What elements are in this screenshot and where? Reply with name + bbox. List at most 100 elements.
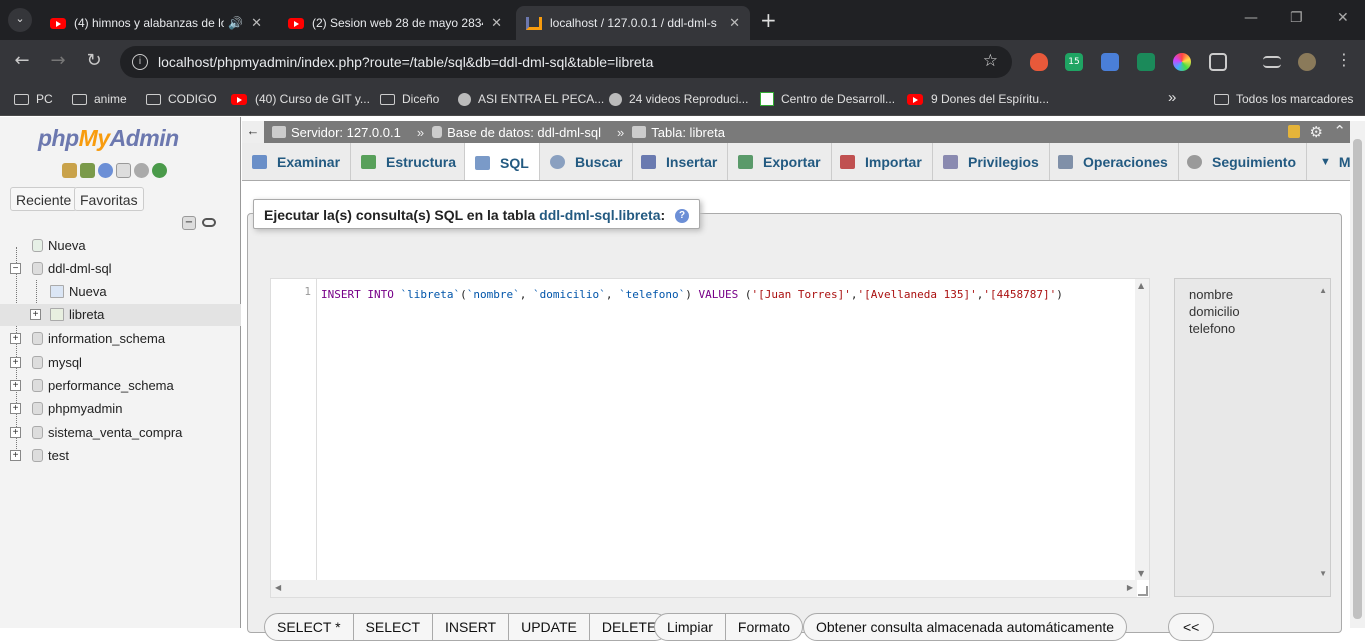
- bookmark-star-icon[interactable]: ☆: [983, 51, 998, 71]
- page-scrollbar[interactable]: [1350, 121, 1365, 628]
- back-icon[interactable]: ←: [10, 50, 34, 71]
- scroll-left-icon[interactable]: ◀: [275, 583, 281, 592]
- select-button[interactable]: SELECT: [353, 613, 434, 641]
- bookmark-item[interactable]: 24 videos Reproduci...: [609, 92, 748, 106]
- scroll-up-icon[interactable]: ▲: [1138, 281, 1144, 290]
- expand-icon[interactable]: +: [10, 357, 21, 368]
- expand-icon[interactable]: +: [10, 450, 21, 461]
- scroll-up-icon[interactable]: ▲: [1319, 282, 1327, 299]
- tab-importar[interactable]: Importar: [830, 143, 933, 180]
- site-info-icon[interactable]: i: [132, 54, 148, 70]
- column-list[interactable]: nombre domicilio telefono ▲ ▼: [1174, 278, 1331, 597]
- all-bookmarks-folder[interactable]: Todos los marcadores: [1214, 92, 1353, 106]
- tree-item-phpmyadmin[interactable]: + phpmyadmin: [0, 398, 241, 420]
- settings-gear-icon[interactable]: ⚙: [1310, 123, 1323, 141]
- translate-extension-icon[interactable]: [1101, 53, 1119, 71]
- flame-extension-icon[interactable]: [1030, 53, 1048, 71]
- tab-buscar[interactable]: Buscar: [540, 143, 634, 180]
- profile-avatar-icon[interactable]: [1298, 53, 1316, 71]
- expand-icon[interactable]: +: [30, 309, 41, 320]
- get-saved-query-button[interactable]: Obtener consulta almacenada automáticame…: [803, 613, 1128, 641]
- reload-icon[interactable]: ↻: [82, 50, 106, 71]
- tree-item-mysql[interactable]: + mysql: [0, 352, 241, 374]
- speaker-icon[interactable]: 🔊: [228, 16, 243, 30]
- bookmarks-overflow-button[interactable]: »: [1168, 89, 1176, 106]
- close-tab-icon[interactable]: ✕: [729, 15, 740, 31]
- extensions-puzzle-icon[interactable]: [1209, 53, 1227, 71]
- legend-table[interactable]: ddl-dml-sql.libreta: [539, 207, 660, 223]
- expand-icon[interactable]: +: [10, 380, 21, 391]
- reload-nav-icon[interactable]: [152, 163, 167, 178]
- sql-editor[interactable]: 1 INSERT INTO `libreta`(`nombre`, `domic…: [270, 278, 1150, 598]
- tree-item-performance-schema[interactable]: + performance_schema: [0, 375, 241, 397]
- collapse-header-icon[interactable]: ⌃: [1333, 122, 1346, 140]
- bookmark-item[interactable]: PC: [14, 92, 53, 106]
- expand-icon[interactable]: +: [10, 427, 21, 438]
- collapse-icon[interactable]: −: [10, 263, 21, 274]
- scrollbar-thumb[interactable]: [1353, 139, 1362, 619]
- logout-icon[interactable]: [80, 163, 95, 178]
- tab-mas[interactable]: ▼ Más: [1310, 143, 1350, 180]
- column-option[interactable]: telefono: [1189, 320, 1316, 337]
- breadcrumb-database[interactable]: Base de datos: ddl-dml-sql: [432, 125, 601, 140]
- close-tab-icon[interactable]: ✕: [251, 15, 262, 31]
- bookmark-item[interactable]: anime: [72, 92, 127, 106]
- scroll-right-icon[interactable]: ▶: [1127, 583, 1133, 592]
- insert-button[interactable]: INSERT: [433, 613, 510, 641]
- select-all-button[interactable]: SELECT *: [264, 613, 354, 641]
- bookmark-item[interactable]: (40) Curso de GIT y...: [231, 92, 370, 106]
- tab-exportar[interactable]: Exportar: [728, 143, 832, 180]
- tree-item-new-table[interactable]: Nueva: [0, 281, 241, 303]
- tab-estructura[interactable]: Estructura: [351, 143, 468, 180]
- collapse-all-icon[interactable]: −: [182, 216, 196, 230]
- bookmark-item[interactable]: ASI ENTRA EL PECA...: [458, 92, 604, 106]
- editor-vertical-scrollbar[interactable]: ▲ ▼: [1135, 279, 1149, 580]
- tree-item-test[interactable]: + test: [0, 445, 241, 467]
- color-extension-icon[interactable]: [1173, 53, 1191, 71]
- address-bar[interactable]: i localhost/phpmyadmin/index.php?route=/…: [120, 46, 1012, 78]
- link-icon[interactable]: [202, 218, 216, 227]
- expand-icon[interactable]: +: [10, 333, 21, 344]
- restore-icon[interactable]: ❐: [1290, 10, 1303, 26]
- column-option[interactable]: domicilio: [1189, 303, 1316, 320]
- tab-operaciones[interactable]: Operaciones: [1048, 143, 1179, 180]
- resize-handle-icon[interactable]: [1138, 586, 1148, 596]
- editor-horizontal-scrollbar[interactable]: ◀ ▶: [271, 580, 1137, 597]
- tree-item-sistema-venta-compra[interactable]: + sistema_venta_compra: [0, 422, 241, 444]
- clear-button[interactable]: Limpiar: [654, 613, 726, 641]
- tree-item-information-schema[interactable]: + information_schema: [0, 328, 241, 350]
- sql-code[interactable]: INSERT INTO `libreta`(`nombre`, `domicil…: [321, 285, 1136, 305]
- tree-item-libreta[interactable]: + libreta: [0, 304, 241, 326]
- phpmyadmin-logo[interactable]: phpMyAdmin: [38, 125, 179, 152]
- url-text[interactable]: localhost/phpmyadmin/index.php?route=/ta…: [158, 54, 653, 70]
- shield-extension-icon[interactable]: 15: [1065, 53, 1083, 71]
- bookmark-item[interactable]: 9 Dones del Espíritu...: [907, 92, 1049, 106]
- settings-gear-icon[interactable]: [134, 163, 149, 178]
- mail-extension-icon[interactable]: [1137, 53, 1155, 71]
- forward-icon[interactable]: →: [46, 50, 70, 71]
- tab-seguimiento[interactable]: Seguimiento: [1177, 143, 1308, 180]
- insert-column-button[interactable]: <<: [1168, 613, 1215, 641]
- bookmark-item[interactable]: CODIGO: [146, 92, 217, 106]
- breadcrumb-table[interactable]: Tabla: libreta: [632, 125, 725, 140]
- browser-tab-active[interactable]: localhost / 127.0.0.1 / ddl-dml-s ✕: [516, 6, 750, 40]
- browser-tab[interactable]: (2) Sesion web 28 de mayo 2834 ✕: [278, 6, 512, 40]
- menu-kebab-icon[interactable]: ⋮: [1332, 50, 1356, 69]
- format-button[interactable]: Formato: [725, 613, 804, 641]
- home-icon[interactable]: [62, 163, 77, 178]
- help-icon[interactable]: ?: [675, 209, 690, 224]
- column-option[interactable]: nombre: [1189, 286, 1316, 303]
- scroll-down-icon[interactable]: ▼: [1138, 569, 1144, 578]
- tab-insertar[interactable]: Insertar: [631, 143, 729, 180]
- scroll-down-icon[interactable]: ▼: [1319, 565, 1327, 582]
- update-button[interactable]: UPDATE: [509, 613, 590, 641]
- expand-icon[interactable]: +: [10, 403, 21, 414]
- bookmark-item[interactable]: Diceño: [380, 92, 439, 106]
- new-tab-button[interactable]: +: [760, 8, 777, 32]
- media-control-icon[interactable]: [1263, 56, 1281, 68]
- tab-sql[interactable]: SQL: [464, 143, 540, 180]
- docs-icon[interactable]: [116, 163, 131, 178]
- minimize-icon[interactable]: —: [1244, 10, 1258, 26]
- tab-examinar[interactable]: Examinar: [242, 143, 352, 180]
- collapse-nav-icon[interactable]: ←: [242, 121, 264, 143]
